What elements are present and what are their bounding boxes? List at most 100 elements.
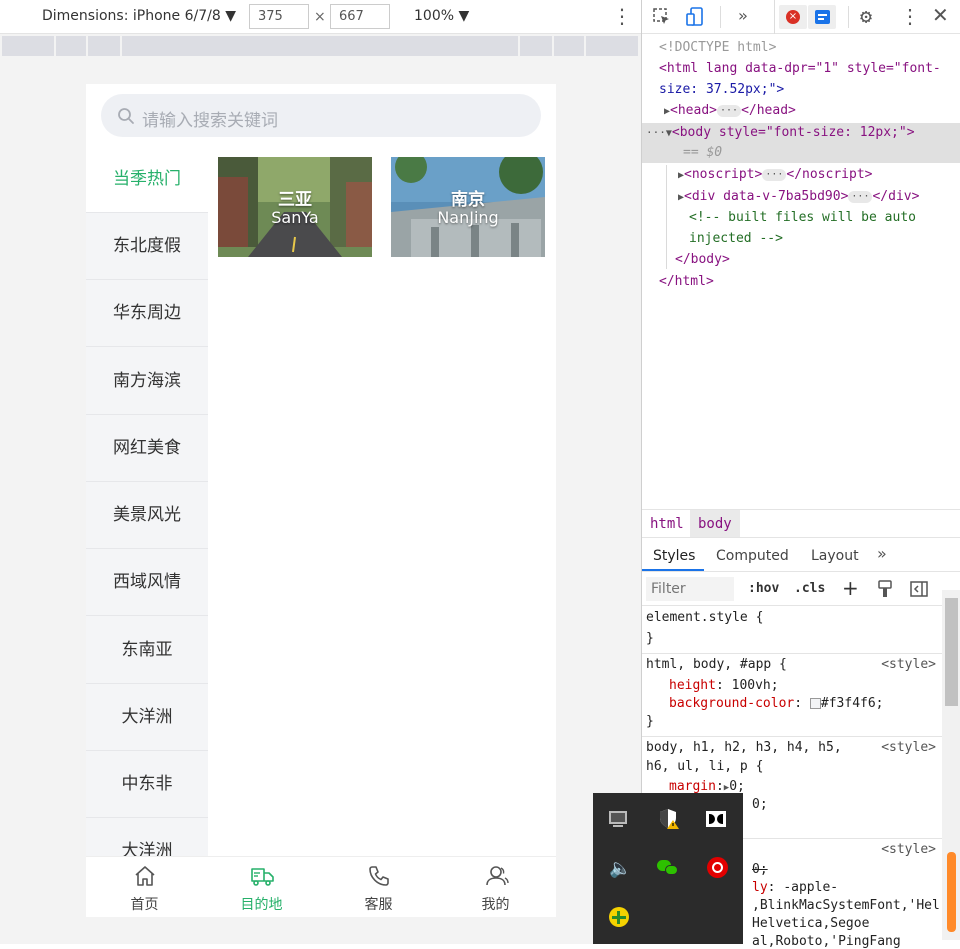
- sidebar-item-oceania[interactable]: 大洋洲: [86, 684, 208, 751]
- ellipsis-icon: ···: [762, 168, 787, 181]
- height-input[interactable]: 667: [330, 4, 390, 29]
- styles-subtabs: Styles Computed Layout »: [642, 540, 960, 572]
- add-app-icon[interactable]: [609, 907, 629, 927]
- decl-padding-value[interactable]: 0;: [752, 797, 768, 812]
- breadcrumb-html[interactable]: html: [650, 516, 684, 532]
- dom-body-close[interactable]: </body>: [675, 252, 730, 267]
- card-title-en: NanJing: [437, 208, 499, 227]
- dimensions-select[interactable]: Dimensions: iPhone 6/7/8 ▼: [42, 8, 236, 24]
- ellipsis-icon: ···: [848, 190, 873, 203]
- cls-toggle[interactable]: .cls: [794, 581, 825, 596]
- speaker-icon[interactable]: 🔈: [609, 858, 631, 879]
- media-query-ruler[interactable]: [2, 36, 638, 56]
- more-options-icon[interactable]: ⋮: [612, 4, 632, 28]
- dom-head[interactable]: ▶<head> ··· </head>: [664, 103, 796, 118]
- tab-styles[interactable]: Styles: [653, 548, 695, 564]
- toolbar-divider: [774, 0, 775, 34]
- rule-element-style[interactable]: element.style {: [646, 610, 763, 625]
- dom-noscript[interactable]: ▶<noscript> ··· </noscript>: [678, 167, 872, 182]
- more-tabs-icon[interactable]: »: [738, 6, 748, 25]
- sidebar-item-southeast-asia[interactable]: 东南亚: [86, 617, 208, 684]
- rule-source-link[interactable]: <style>: [881, 842, 936, 857]
- sidebar-item-middle-east-africa[interactable]: 中东非: [86, 751, 208, 818]
- sidebar-item-hot[interactable]: 当季热门: [86, 146, 208, 213]
- times-sign: ×: [314, 9, 326, 25]
- sidebar-item-south-coast[interactable]: 南方海滨: [86, 348, 208, 415]
- dom-html-close[interactable]: </html>: [659, 274, 714, 289]
- netease-music-icon[interactable]: [707, 857, 728, 878]
- device-toolbar-icon[interactable]: [685, 6, 705, 28]
- dom-comment[interactable]: <!-- built files will be auto: [689, 210, 916, 225]
- hov-toggle[interactable]: :hov: [748, 581, 779, 596]
- search-bar[interactable]: 请输入搜索关键词: [101, 94, 541, 137]
- more-tabs-icon[interactable]: »: [877, 544, 887, 563]
- close-devtools-icon[interactable]: ✕: [932, 3, 949, 27]
- rule-html-body-app[interactable]: html, body, #app {: [646, 657, 787, 672]
- card-title-cn: 南京: [451, 190, 485, 210]
- destination-card-sanya[interactable]: 三亚 SanYa: [218, 157, 372, 257]
- toggle-sidebar-icon[interactable]: [910, 581, 928, 597]
- sidebar-item-east-china[interactable]: 华东周边: [86, 280, 208, 347]
- styles-scrollbar[interactable]: [942, 590, 960, 940]
- ellipsis-icon: ···: [717, 104, 742, 117]
- tab-layout[interactable]: Layout: [811, 548, 859, 564]
- scrollbar-thumb[interactable]: [945, 598, 958, 706]
- tab-service[interactable]: 客服: [320, 857, 437, 917]
- inspect-element-icon[interactable]: [652, 7, 672, 27]
- dimensions-label: Dimensions: iPhone 6/7/8: [42, 8, 221, 24]
- more-options-icon[interactable]: ⋮: [900, 4, 920, 28]
- tab-home[interactable]: 首页: [86, 857, 203, 917]
- rule-source-link[interactable]: <style>: [881, 657, 936, 672]
- toolbar-divider: [720, 6, 721, 28]
- category-sidebar: 当季热门 东北度假 华东周边 南方海滨 网红美食 美景风光 西域风情 东南亚 大…: [86, 146, 208, 856]
- devtools-toolbar: » × ⚙ ⋮ ✕: [642, 0, 960, 34]
- rule-end: }: [646, 714, 654, 729]
- security-shield-icon[interactable]: [658, 808, 679, 829]
- sidebar-item-food[interactable]: 网红美食: [86, 415, 208, 482]
- decl-margin[interactable]: margin:▶0;: [669, 779, 745, 794]
- dom-div[interactable]: ▶<div data-v-7ba5bd90> ··· </div>: [678, 189, 919, 204]
- phone-viewport: 请输入搜索关键词 当季热门 东北度假 华东周边 南方海滨 网红美食 美景风光 西…: [86, 84, 556, 917]
- errors-button[interactable]: ×: [779, 5, 807, 29]
- width-input[interactable]: 375: [249, 4, 309, 29]
- new-rule-icon[interactable]: +: [842, 576, 859, 600]
- messages-button[interactable]: [808, 5, 836, 29]
- zoom-select[interactable]: 100% ▼: [414, 8, 469, 24]
- active-tab-indicator: [642, 569, 704, 571]
- system-tray-popup: 🔈: [593, 793, 743, 944]
- filter-input[interactable]: [646, 577, 734, 601]
- wechat-icon[interactable]: [657, 858, 678, 878]
- decl-height[interactable]: height: 100vh;: [669, 678, 779, 693]
- tab-mine[interactable]: 我的: [437, 857, 554, 917]
- dom-doctype[interactable]: <!DOCTYPE html>: [659, 40, 776, 55]
- dom-body[interactable]: ···▼<body style="font-size: 12px;">: [646, 125, 915, 140]
- network-icon[interactable]: [609, 809, 629, 829]
- sidebar-item-oceania-2[interactable]: 大洋洲: [86, 818, 208, 856]
- sidebar-item-northeast[interactable]: 东北度假: [86, 213, 208, 280]
- color-swatch[interactable]: [809, 698, 821, 709]
- dom-html-open[interactable]: <html lang data-dpr="1" style="font-: [659, 61, 941, 76]
- sidebar-item-western[interactable]: 西域风情: [86, 549, 208, 616]
- tab-computed[interactable]: Computed: [716, 548, 789, 564]
- tab-label: 客服: [364, 897, 393, 913]
- message-icon: [815, 10, 830, 24]
- destination-card-nanjing[interactable]: 南京 NanJing: [391, 157, 545, 257]
- sidebar-item-scenery[interactable]: 美景风光: [86, 482, 208, 549]
- breadcrumb-body[interactable]: body: [690, 510, 740, 537]
- settings-gear-icon[interactable]: ⚙: [860, 4, 872, 28]
- decl-background-color[interactable]: background-color: #f3f4f6;: [669, 696, 884, 711]
- tab-label: 目的地: [240, 897, 283, 913]
- card-title-en: SanYa: [271, 208, 319, 227]
- rule-end: }: [646, 631, 654, 646]
- rule-body-headings[interactable]: body, h1, h2, h3, h4, h5,: [646, 740, 842, 755]
- breadcrumb: html body: [642, 509, 960, 538]
- decl-overridden[interactable]: 0;: [752, 862, 768, 877]
- device-emulator: Dimensions: iPhone 6/7/8 ▼ 375 × 667 100…: [0, 0, 641, 944]
- paint-brush-icon[interactable]: [877, 580, 893, 598]
- dolby-icon[interactable]: [706, 809, 726, 829]
- decl-font-family[interactable]: ly: -apple-: [752, 880, 838, 895]
- rule-source-link[interactable]: <style>: [881, 740, 936, 755]
- error-icon: ×: [786, 10, 800, 24]
- tab-destination[interactable]: 目的地: [203, 857, 320, 917]
- bottom-tab-bar: 首页 目的地 客服 我的: [86, 856, 556, 917]
